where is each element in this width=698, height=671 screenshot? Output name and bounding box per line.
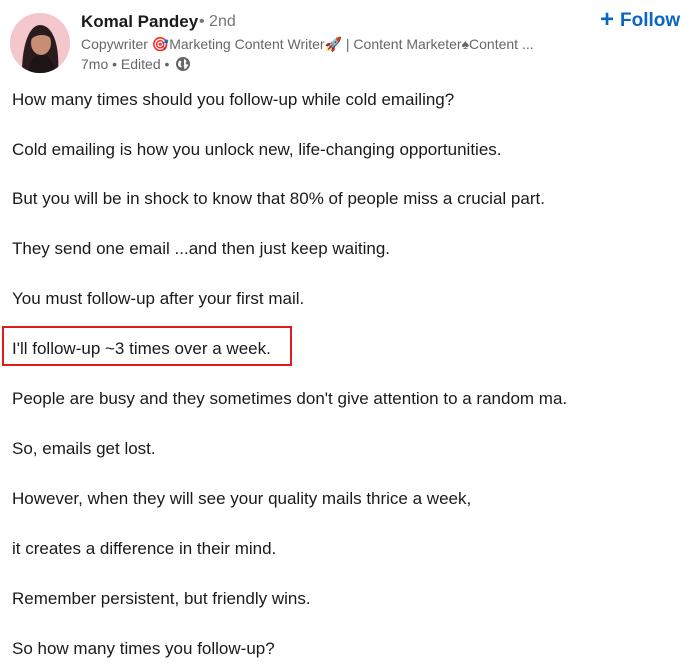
author-headline: Copywriter 🎯Marketing Content Writer🚀 | … [81, 36, 534, 52]
post-paragraph: Remember persistent, but friendly wins. [12, 589, 311, 608]
post-paragraph: How many times should you follow-up whil… [12, 90, 455, 109]
post-paragraph: You must follow-up after your first mail… [12, 289, 305, 308]
follow-label: Follow [620, 10, 681, 31]
post-paragraph: So how many times you follow-up? [12, 639, 275, 658]
follow-button[interactable]: + Follow [600, 5, 681, 33]
author-name[interactable]: Komal Pandey [81, 12, 198, 32]
plus-icon: + [600, 5, 615, 33]
post-paragraph: They send one email ...and then just kee… [12, 239, 391, 258]
globe-icon [175, 56, 191, 72]
post-meta: 7mo • Edited • [81, 56, 191, 72]
highlight-box [2, 326, 292, 366]
post-time: 7mo • Edited • [81, 56, 170, 72]
connection-degree: • 2nd [199, 13, 236, 30]
post-paragraph: Cold emailing is how you unlock new, lif… [12, 140, 502, 159]
post-paragraph: But you will be in shock to know that 80… [12, 189, 545, 208]
avatar[interactable] [10, 13, 70, 73]
post-paragraph: So, emails get lost. [12, 439, 156, 458]
avatar-image [10, 13, 70, 73]
linkedin-post: Komal Pandey • 2nd Copywriter 🎯Marketing… [0, 0, 698, 671]
post-paragraph: it creates a difference in their mind. [12, 539, 277, 558]
post-paragraph: However, when they will see your quality… [12, 489, 472, 508]
post-paragraph: People are busy and they sometimes don't… [12, 389, 568, 408]
